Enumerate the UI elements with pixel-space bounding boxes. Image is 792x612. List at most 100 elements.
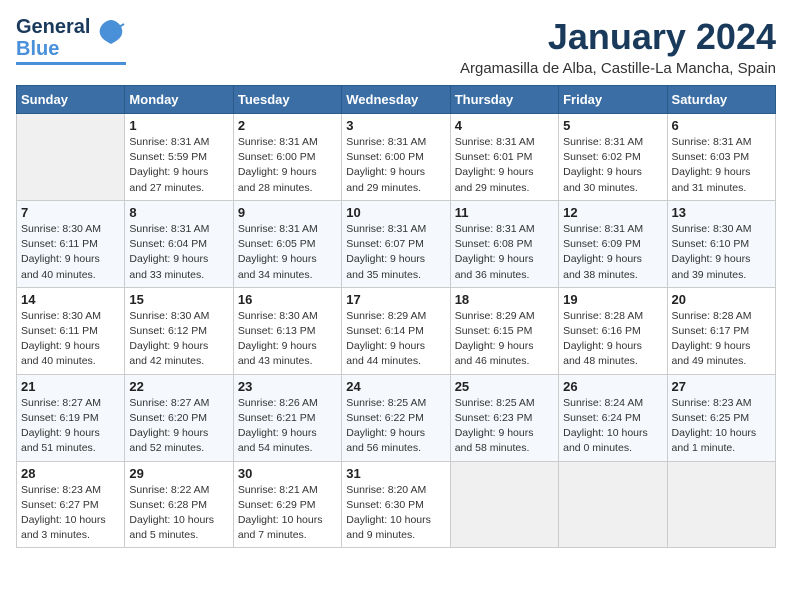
day-info: Sunrise: 8:27 AM Sunset: 6:19 PM Dayligh… xyxy=(21,396,120,457)
calendar-cell: 28 Sunrise: 8:23 AM Sunset: 6:27 PM Dayli… xyxy=(17,461,125,548)
calendar-cell: 17 Sunrise: 8:29 AM Sunset: 6:14 PM Dayli… xyxy=(342,287,450,374)
day-number: 13 xyxy=(672,205,771,220)
calendar-table: SundayMondayTuesdayWednesdayThursdayFrid… xyxy=(16,85,776,548)
calendar-week-1: 1Sunrise: 8:31 AM Sunset: 5:59 PM Daylig… xyxy=(17,114,776,201)
calendar-cell xyxy=(559,461,667,548)
day-info: Sunrise: 8:30 AM Sunset: 6:11 PM Dayligh… xyxy=(21,222,120,283)
calendar-cell: 15 Sunrise: 8:30 AM Sunset: 6:12 PM Dayli… xyxy=(125,287,233,374)
day-info: Sunrise: 8:28 AM Sunset: 6:17 PM Dayligh… xyxy=(672,309,771,370)
calendar-cell xyxy=(17,114,125,201)
calendar-cell: 23 Sunrise: 8:26 AM Sunset: 6:21 PM Dayli… xyxy=(233,374,341,461)
calendar-cell: 11 Sunrise: 8:31 AM Sunset: 6:08 PM Dayli… xyxy=(450,200,558,287)
day-info: Sunrise: 8:31 AM Sunset: 6:01 PM Dayligh… xyxy=(455,135,554,196)
day-number: 23 xyxy=(238,379,337,394)
calendar-cell: 1Sunrise: 8:31 AM Sunset: 5:59 PM Daylig… xyxy=(125,114,233,201)
calendar-cell: 12 Sunrise: 8:31 AM Sunset: 6:09 PM Dayli… xyxy=(559,200,667,287)
header: General Blue January 2024 Argamasilla de… xyxy=(16,16,776,77)
calendar-cell: 4 Sunrise: 8:31 AM Sunset: 6:01 PM Daylig… xyxy=(450,114,558,201)
calendar-cell: 6 Sunrise: 8:31 AM Sunset: 6:03 PM Daylig… xyxy=(667,114,775,201)
day-info: Sunrise: 8:28 AM Sunset: 6:16 PM Dayligh… xyxy=(563,309,662,370)
day-number: 2 xyxy=(238,118,337,133)
logo-underline xyxy=(16,62,126,65)
weekday-header-sunday: Sunday xyxy=(17,86,125,114)
logo-bird-icon xyxy=(96,18,126,59)
calendar-cell: 10 Sunrise: 8:31 AM Sunset: 6:07 PM Dayli… xyxy=(342,200,450,287)
day-number: 27 xyxy=(672,379,771,394)
calendar-cell: 3Sunrise: 8:31 AM Sunset: 6:00 PM Daylig… xyxy=(342,114,450,201)
day-info: Sunrise: 8:30 AM Sunset: 6:13 PM Dayligh… xyxy=(238,309,337,370)
calendar-cell: 27 Sunrise: 8:23 AM Sunset: 6:25 PM Dayli… xyxy=(667,374,775,461)
day-info: Sunrise: 8:31 AM Sunset: 6:07 PM Dayligh… xyxy=(346,222,445,283)
day-number: 25 xyxy=(455,379,554,394)
calendar-cell: 13 Sunrise: 8:30 AM Sunset: 6:10 PM Dayli… xyxy=(667,200,775,287)
day-info: Sunrise: 8:23 AM Sunset: 6:27 PM Dayligh… xyxy=(21,483,120,544)
weekday-header-tuesday: Tuesday xyxy=(233,86,341,114)
day-number: 12 xyxy=(563,205,662,220)
day-info: Sunrise: 8:23 AM Sunset: 6:25 PM Dayligh… xyxy=(672,396,771,457)
day-info: Sunrise: 8:30 AM Sunset: 6:12 PM Dayligh… xyxy=(129,309,228,370)
day-info: Sunrise: 8:31 AM Sunset: 6:05 PM Dayligh… xyxy=(238,222,337,283)
day-number: 8 xyxy=(129,205,228,220)
calendar-cell: 31 Sunrise: 8:20 AM Sunset: 6:30 PM Dayli… xyxy=(342,461,450,548)
calendar-cell: 30Sunrise: 8:21 AM Sunset: 6:29 PM Dayli… xyxy=(233,461,341,548)
day-info: Sunrise: 8:27 AM Sunset: 6:20 PM Dayligh… xyxy=(129,396,228,457)
calendar-week-5: 28 Sunrise: 8:23 AM Sunset: 6:27 PM Dayli… xyxy=(17,461,776,548)
day-info: Sunrise: 8:31 AM Sunset: 6:02 PM Dayligh… xyxy=(563,135,662,196)
day-info: Sunrise: 8:29 AM Sunset: 6:14 PM Dayligh… xyxy=(346,309,445,370)
day-number: 16 xyxy=(238,292,337,307)
day-number: 9 xyxy=(238,205,337,220)
day-number: 28 xyxy=(21,466,120,481)
day-number: 17 xyxy=(346,292,445,307)
calendar-week-4: 21Sunrise: 8:27 AM Sunset: 6:19 PM Dayli… xyxy=(17,374,776,461)
calendar-cell: 18Sunrise: 8:29 AM Sunset: 6:15 PM Dayli… xyxy=(450,287,558,374)
day-number: 31 xyxy=(346,466,445,481)
calendar-cell xyxy=(667,461,775,548)
weekday-header-wednesday: Wednesday xyxy=(342,86,450,114)
day-info: Sunrise: 8:31 AM Sunset: 6:09 PM Dayligh… xyxy=(563,222,662,283)
calendar-cell: 29 Sunrise: 8:22 AM Sunset: 6:28 PM Dayli… xyxy=(125,461,233,548)
calendar-title: January 2024 xyxy=(460,16,776,58)
weekday-header-friday: Friday xyxy=(559,86,667,114)
weekday-header-saturday: Saturday xyxy=(667,86,775,114)
calendar-cell xyxy=(450,461,558,548)
logo-blue: Blue xyxy=(16,38,90,60)
day-info: Sunrise: 8:26 AM Sunset: 6:21 PM Dayligh… xyxy=(238,396,337,457)
day-info: Sunrise: 8:31 AM Sunset: 6:03 PM Dayligh… xyxy=(672,135,771,196)
calendar-cell: 14 Sunrise: 8:30 AM Sunset: 6:11 PM Dayli… xyxy=(17,287,125,374)
day-number: 29 xyxy=(129,466,228,481)
day-number: 18 xyxy=(455,292,554,307)
day-number: 6 xyxy=(672,118,771,133)
calendar-cell: 5Sunrise: 8:31 AM Sunset: 6:02 PM Daylig… xyxy=(559,114,667,201)
day-info: Sunrise: 8:22 AM Sunset: 6:28 PM Dayligh… xyxy=(129,483,228,544)
day-info: Sunrise: 8:25 AM Sunset: 6:22 PM Dayligh… xyxy=(346,396,445,457)
day-info: Sunrise: 8:30 AM Sunset: 6:10 PM Dayligh… xyxy=(672,222,771,283)
day-number: 14 xyxy=(21,292,120,307)
day-number: 26 xyxy=(563,379,662,394)
calendar-cell: 2 Sunrise: 8:31 AM Sunset: 6:00 PM Daylig… xyxy=(233,114,341,201)
day-info: Sunrise: 8:20 AM Sunset: 6:30 PM Dayligh… xyxy=(346,483,445,544)
day-number: 3 xyxy=(346,118,445,133)
day-number: 15 xyxy=(129,292,228,307)
day-number: 11 xyxy=(455,205,554,220)
day-number: 20 xyxy=(672,292,771,307)
calendar-cell: 19Sunrise: 8:28 AM Sunset: 6:16 PM Dayli… xyxy=(559,287,667,374)
day-number: 22 xyxy=(129,379,228,394)
calendar-cell: 8Sunrise: 8:31 AM Sunset: 6:04 PM Daylig… xyxy=(125,200,233,287)
day-info: Sunrise: 8:31 AM Sunset: 6:00 PM Dayligh… xyxy=(238,135,337,196)
calendar-week-3: 14 Sunrise: 8:30 AM Sunset: 6:11 PM Dayli… xyxy=(17,287,776,374)
day-info: Sunrise: 8:30 AM Sunset: 6:11 PM Dayligh… xyxy=(21,309,120,370)
calendar-cell: 9 Sunrise: 8:31 AM Sunset: 6:05 PM Daylig… xyxy=(233,200,341,287)
day-number: 10 xyxy=(346,205,445,220)
logo: General Blue xyxy=(16,16,126,65)
day-number: 4 xyxy=(455,118,554,133)
calendar-cell: 26 Sunrise: 8:24 AM Sunset: 6:24 PM Dayli… xyxy=(559,374,667,461)
calendar-cell: 22 Sunrise: 8:27 AM Sunset: 6:20 PM Dayli… xyxy=(125,374,233,461)
weekday-header-monday: Monday xyxy=(125,86,233,114)
day-info: Sunrise: 8:31 AM Sunset: 5:59 PM Dayligh… xyxy=(129,135,228,196)
day-info: Sunrise: 8:31 AM Sunset: 6:08 PM Dayligh… xyxy=(455,222,554,283)
calendar-week-2: 7Sunrise: 8:30 AM Sunset: 6:11 PM Daylig… xyxy=(17,200,776,287)
calendar-cell: 16 Sunrise: 8:30 AM Sunset: 6:13 PM Dayli… xyxy=(233,287,341,374)
day-info: Sunrise: 8:24 AM Sunset: 6:24 PM Dayligh… xyxy=(563,396,662,457)
weekday-header-thursday: Thursday xyxy=(450,86,558,114)
calendar-cell: 7Sunrise: 8:30 AM Sunset: 6:11 PM Daylig… xyxy=(17,200,125,287)
